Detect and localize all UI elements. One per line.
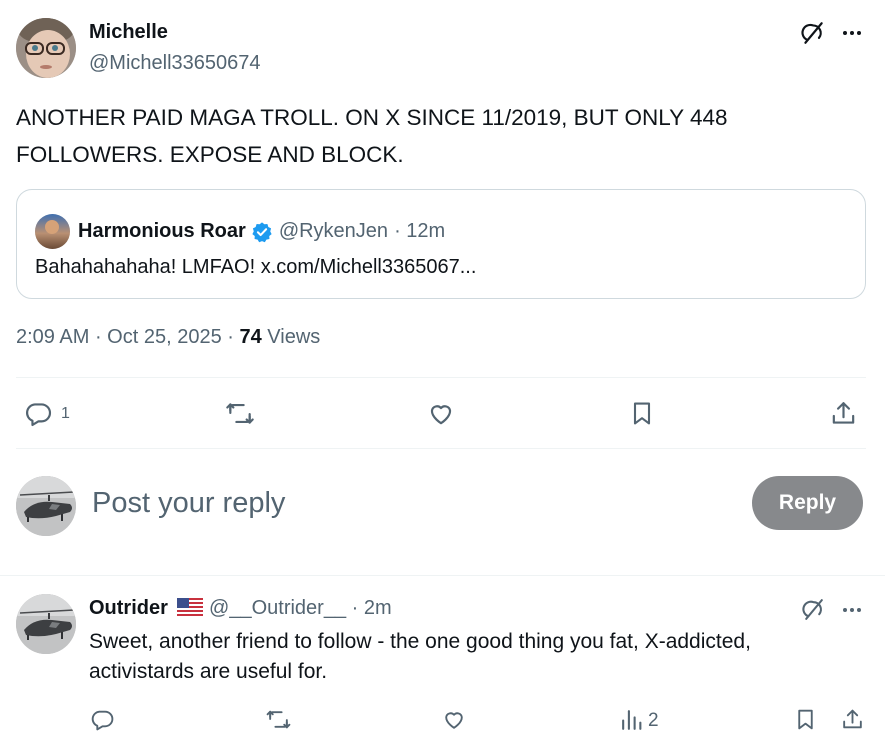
views-label: Views xyxy=(267,326,321,348)
reply-post-time[interactable]: · 2m xyxy=(352,597,392,619)
quoted-author-name[interactable]: Harmonious Roar xyxy=(78,220,246,243)
grok-icon[interactable] xyxy=(800,20,826,46)
current-user-avatar[interactable] xyxy=(16,476,76,536)
share-icon[interactable] xyxy=(840,707,865,732)
reply-button[interactable]: Reply xyxy=(752,476,863,530)
author-avatar[interactable] xyxy=(16,18,76,78)
like-icon[interactable] xyxy=(426,399,456,428)
author-name[interactable]: Michelle xyxy=(89,21,168,44)
divider xyxy=(16,448,866,449)
divider xyxy=(0,575,885,576)
reply-icon[interactable] xyxy=(90,707,115,732)
post-detail-page: Michelle @Michell33650674 ANOTHER PAID M… xyxy=(0,0,885,751)
more-icon[interactable] xyxy=(840,598,864,622)
reply-count: 1 xyxy=(61,405,70,422)
bookmark-icon[interactable] xyxy=(628,399,656,428)
share-icon[interactable] xyxy=(829,399,858,428)
verified-badge-icon xyxy=(251,221,273,243)
repost-icon[interactable] xyxy=(224,399,256,428)
reply-post-text: Sweet, another friend to follow - the on… xyxy=(89,630,751,683)
quoted-post-header: Harmonious Roar @RykenJen · 12m xyxy=(35,214,445,249)
us-flag-icon xyxy=(177,598,204,616)
post-text: ANOTHER PAID MAGA TROLL. ON X SINCE 11/2… xyxy=(16,105,728,167)
quoted-author-handle[interactable]: @RykenJen xyxy=(279,220,388,243)
post-meta: 2:09 AM · Oct 25, 2025 · 74 Views xyxy=(16,326,320,349)
views-count: 74 xyxy=(239,326,262,348)
reply-header: Outrider @__Outrider__ · 2m xyxy=(89,597,392,620)
quoted-post-time[interactable]: · 12m xyxy=(394,220,445,243)
bookmark-icon[interactable] xyxy=(793,707,818,732)
meta-separator: · xyxy=(227,326,240,348)
repost-icon[interactable] xyxy=(265,707,292,732)
post-date[interactable]: Oct 25, 2025 xyxy=(107,326,222,348)
like-icon[interactable] xyxy=(441,707,467,732)
reply-icon[interactable] xyxy=(24,399,53,428)
reply-views-count: 2 xyxy=(648,710,659,731)
meta-separator: · xyxy=(94,326,108,348)
author-handle[interactable]: @Michell33650674 xyxy=(89,52,261,75)
reply-input[interactable]: Post your reply xyxy=(92,487,285,520)
reply-author-name[interactable]: Outrider xyxy=(89,597,168,619)
more-icon[interactable] xyxy=(840,21,864,45)
divider xyxy=(16,377,866,378)
grok-icon[interactable] xyxy=(801,597,826,622)
quoted-author-avatar[interactable] xyxy=(35,214,70,249)
quoted-post[interactable]: Harmonious Roar @RykenJen · 12m Bahahaha… xyxy=(16,189,866,299)
quoted-post-text: Bahahahahaha! LMFAO! x.com/Michell336506… xyxy=(35,256,477,278)
post-time[interactable]: 2:09 AM xyxy=(16,326,89,348)
reply-author-handle[interactable]: @__Outrider__ xyxy=(209,597,346,619)
reply-author-avatar[interactable] xyxy=(16,594,76,654)
views-icon[interactable] xyxy=(619,707,644,732)
